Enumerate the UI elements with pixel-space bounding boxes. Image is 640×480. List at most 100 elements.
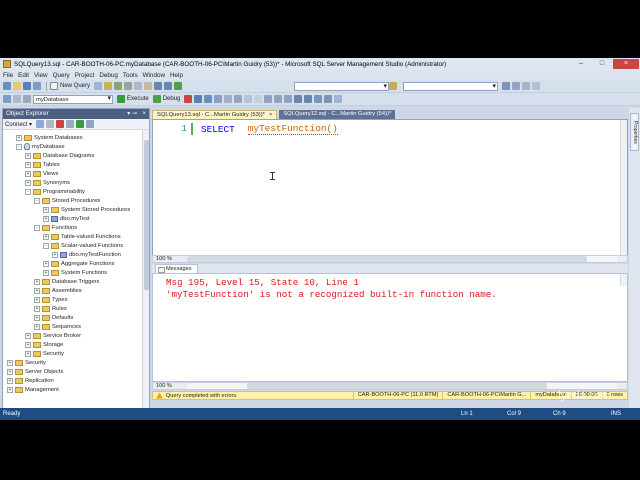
close-icon[interactable]: ×: [142, 109, 146, 119]
tree-node[interactable]: + Views: [25, 169, 58, 178]
cut-icon[interactable]: [124, 82, 133, 90]
uncomment-icon[interactable]: [304, 95, 313, 103]
collapse-icon[interactable]: -: [34, 197, 40, 204]
query-designer-icon[interactable]: [214, 95, 223, 103]
expand-icon[interactable]: +: [34, 296, 40, 303]
expand-icon[interactable]: +: [52, 251, 58, 258]
open-file-icon[interactable]: [13, 82, 21, 90]
results-to-grid-icon[interactable]: [274, 95, 283, 103]
results-hscrollbar[interactable]: [187, 383, 617, 389]
solution-config-combo[interactable]: [294, 81, 390, 91]
expand-icon[interactable]: +: [34, 314, 40, 321]
editor-scrollbar[interactable]: [620, 120, 627, 256]
tab-messages[interactable]: Messages: [155, 264, 198, 273]
intellisense-icon[interactable]: [234, 95, 243, 103]
collapse-icon[interactable]: -: [16, 143, 22, 150]
menu-edit[interactable]: Edit: [18, 72, 29, 79]
menu-window[interactable]: Window: [143, 72, 165, 79]
start-debug-icon[interactable]: [174, 82, 183, 90]
filter-icon[interactable]: [66, 120, 75, 128]
results-to-text-icon[interactable]: [264, 95, 273, 103]
expand-icon[interactable]: +: [7, 359, 13, 366]
expand-icon[interactable]: +: [25, 179, 31, 186]
display-plan-icon[interactable]: [204, 95, 213, 103]
tree-node[interactable]: - Scalar-valued Functions: [43, 241, 123, 250]
expand-icon[interactable]: +: [16, 134, 22, 141]
tree-node[interactable]: - Stored Procedures: [34, 196, 100, 205]
tree-node[interactable]: + Management: [7, 385, 59, 394]
collapse-icon[interactable]: -: [25, 188, 31, 195]
pin-icon[interactable]: ▾ ⊸: [127, 109, 137, 119]
options-icon[interactable]: [532, 82, 541, 90]
tree-node[interactable]: + System Stored Procedures: [43, 205, 130, 214]
tree-node[interactable]: + Rules: [34, 304, 67, 313]
debug-button[interactable]: Debug: [163, 96, 181, 102]
copy-icon[interactable]: [134, 82, 143, 90]
collapse-icon[interactable]: -: [43, 242, 49, 249]
tree-node[interactable]: + Database Diagrams: [25, 151, 94, 160]
close-button[interactable]: ×: [613, 59, 639, 69]
expand-icon[interactable]: +: [25, 152, 31, 159]
code-line[interactable]: 1 SELECT myTestFunction(): [153, 123, 338, 135]
expand-icon[interactable]: +: [34, 305, 40, 312]
messages-scrollbar[interactable]: [620, 274, 627, 286]
tree-node[interactable]: + Replication: [7, 376, 54, 385]
expand-icon[interactable]: +: [43, 206, 49, 213]
expand-icon[interactable]: +: [34, 323, 40, 330]
tree-node[interactable]: + Server Objects: [7, 367, 63, 376]
increase-indent-icon[interactable]: [324, 95, 333, 103]
decrease-indent-icon[interactable]: [314, 95, 323, 103]
properties-dock-tab[interactable]: Properties: [630, 113, 639, 151]
expand-icon[interactable]: +: [34, 287, 40, 294]
tree-node[interactable]: + Tables: [25, 160, 60, 169]
change-connection-icon[interactable]: [23, 95, 31, 103]
debug-icon[interactable]: [152, 95, 161, 103]
new-query-icon[interactable]: [50, 82, 58, 90]
expand-icon[interactable]: +: [7, 368, 13, 375]
find-icon[interactable]: [389, 82, 398, 90]
tab-sqlquery13[interactable]: SQLQuery13.sql - C...Martin Guidry (53))…: [152, 110, 278, 119]
tree-node[interactable]: + Synonyms: [25, 178, 70, 187]
query-editor[interactable]: 1 SELECT myTestFunction(): [152, 119, 628, 257]
connect-dropdown[interactable]: Connect ▾: [5, 121, 32, 128]
paste-icon[interactable]: [144, 82, 153, 90]
results-to-file-icon[interactable]: [284, 95, 293, 103]
editor-zoom-level[interactable]: 100 %: [153, 256, 183, 262]
mdx-query-icon[interactable]: [114, 82, 123, 90]
disconnect-server-icon[interactable]: [46, 120, 55, 128]
tree-node[interactable]: + Table-valued Functions: [43, 232, 121, 241]
comment-icon[interactable]: [294, 95, 303, 103]
menu-query[interactable]: Query: [53, 72, 70, 79]
client-stats-icon[interactable]: [254, 95, 263, 103]
tree-node[interactable]: + Types: [34, 295, 67, 304]
expand-icon[interactable]: +: [25, 350, 31, 357]
redo-icon[interactable]: [164, 82, 173, 90]
expand-icon[interactable]: +: [25, 332, 31, 339]
expand-icon[interactable]: +: [7, 377, 13, 384]
tree-node[interactable]: + Service Broker: [25, 331, 81, 340]
expand-icon[interactable]: +: [43, 269, 49, 276]
specify-values-icon[interactable]: [334, 95, 343, 103]
properties-icon[interactable]: [502, 82, 511, 90]
tree-node[interactable]: + dbo.myTest: [43, 214, 90, 223]
toolbox-icon[interactable]: [512, 82, 521, 90]
tree-node[interactable]: + Defaults: [34, 313, 73, 322]
tree-node[interactable]: + Assemblies: [34, 286, 82, 295]
expand-icon[interactable]: +: [43, 260, 49, 267]
tree-node[interactable]: + Storage: [25, 340, 63, 349]
object-explorer-scrollbar[interactable]: [142, 130, 149, 410]
tree-node[interactable]: - myDatabase: [16, 142, 65, 151]
expand-icon[interactable]: +: [25, 161, 31, 168]
summary-icon[interactable]: [86, 120, 95, 128]
save-all-icon[interactable]: [33, 82, 41, 90]
connect-server-icon[interactable]: [36, 120, 45, 128]
undo-icon[interactable]: [154, 82, 163, 90]
menu-tools[interactable]: Tools: [123, 72, 138, 79]
tree-node[interactable]: + Aggregate Functions: [43, 259, 115, 268]
menu-view[interactable]: View: [34, 72, 48, 79]
tree-node[interactable]: - Functions: [34, 223, 77, 232]
menu-project[interactable]: Project: [75, 72, 95, 79]
tree-node[interactable]: + dbo.myTestFunction: [52, 250, 121, 259]
query-options-icon[interactable]: [224, 95, 233, 103]
editor-hscrollbar[interactable]: [187, 256, 617, 262]
